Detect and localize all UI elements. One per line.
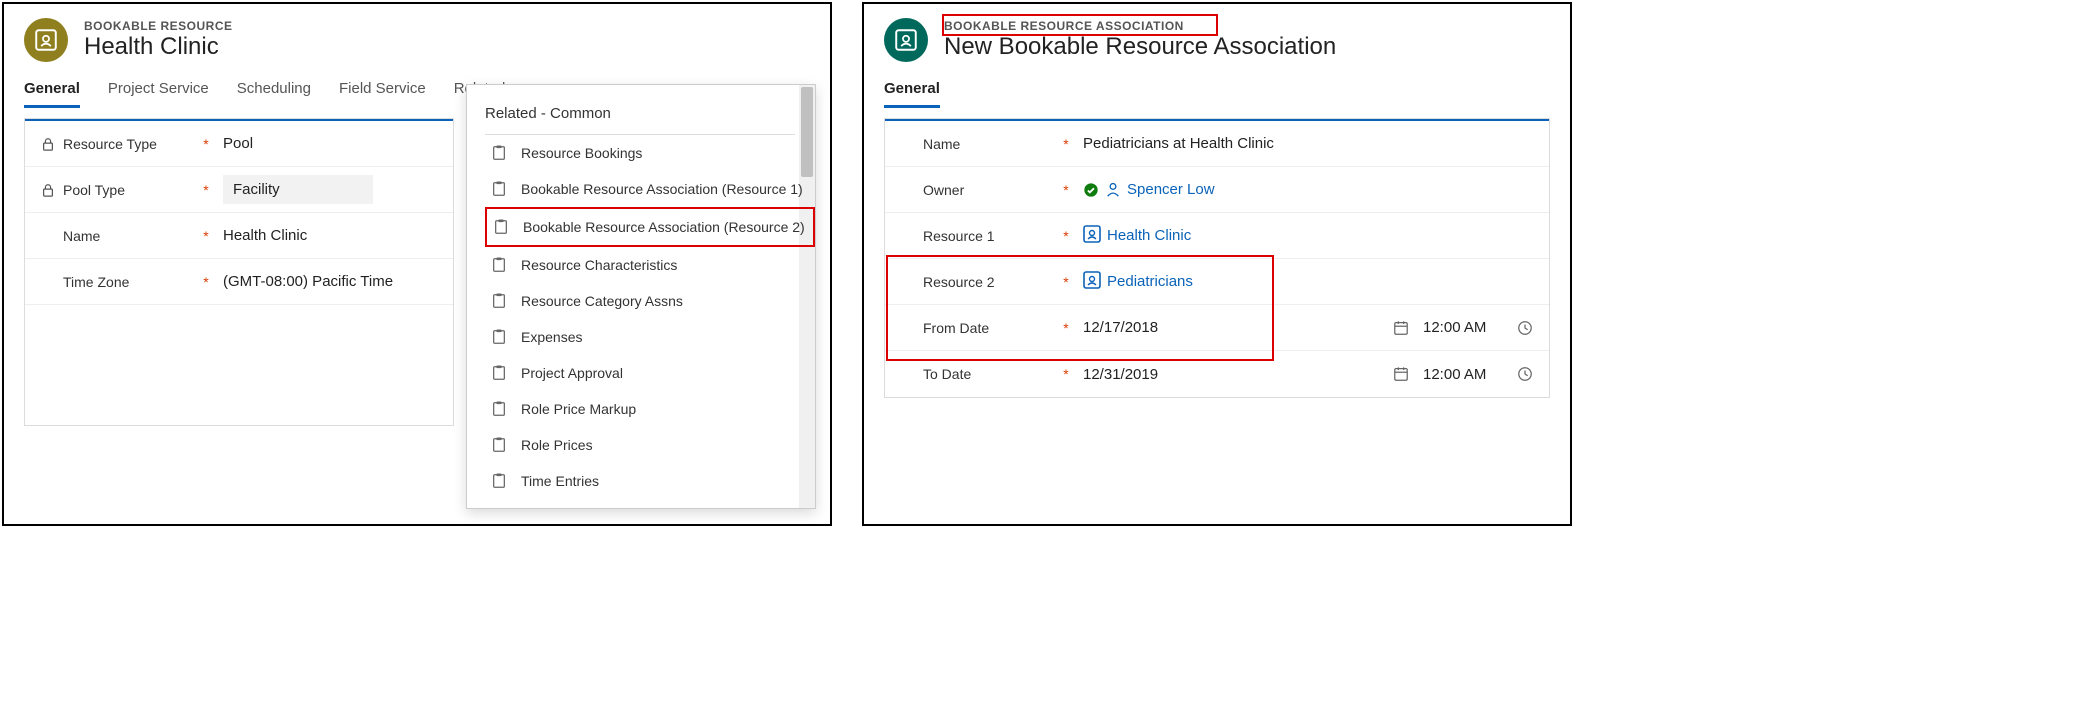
field-from-date: From Date * 12/17/2018 12:00 AM	[885, 305, 1549, 351]
calendar-icon[interactable]	[1393, 366, 1409, 382]
related-bra-resource-2[interactable]: Bookable Resource Association (Resource …	[485, 207, 815, 247]
required-marker: *	[1061, 320, 1071, 336]
entity-avatar	[24, 18, 68, 62]
required-marker: *	[1061, 182, 1071, 198]
resource-lookup-icon	[1083, 271, 1101, 293]
label-time-zone: Time Zone	[63, 274, 129, 290]
label-from-date: From Date	[923, 320, 989, 336]
related-role-prices[interactable]: Role Prices	[485, 427, 815, 463]
clipboard-icon	[491, 365, 507, 381]
clipboard-icon	[491, 181, 507, 197]
clipboard-icon	[491, 329, 507, 345]
value-resource-2[interactable]: Pediatricians	[1107, 273, 1193, 290]
bookable-resource-association-panel: BOOKABLE RESOURCE ASSOCIATION New Bookab…	[862, 2, 1572, 526]
related-bra-resource-1[interactable]: Bookable Resource Association (Resource …	[485, 171, 815, 207]
required-marker: *	[1061, 136, 1071, 152]
value-to-date[interactable]: 12/31/2019	[1083, 366, 1183, 383]
value-resource-1[interactable]: Health Clinic	[1107, 227, 1191, 244]
tab-field-service[interactable]: Field Service	[339, 72, 426, 107]
entity-title: Health Clinic	[84, 33, 233, 61]
tab-strip: General	[864, 72, 1570, 108]
panel-header: BOOKABLE RESOURCE ASSOCIATION New Bookab…	[864, 4, 1570, 72]
required-marker: *	[201, 274, 211, 290]
panel-header: BOOKABLE RESOURCE Health Clinic	[4, 4, 830, 72]
entity-type-label: BOOKABLE RESOURCE	[84, 19, 233, 33]
label-resource-2: Resource 2	[923, 274, 995, 290]
clipboard-icon	[491, 401, 507, 417]
value-time-zone[interactable]: (GMT-08:00) Pacific Time	[223, 273, 393, 290]
field-resource-type: Resource Type * Pool	[25, 121, 453, 167]
related-project-approval[interactable]: Project Approval	[485, 355, 815, 391]
entity-avatar	[884, 18, 928, 62]
related-role-price-markup[interactable]: Role Price Markup	[485, 391, 815, 427]
resource-icon	[35, 29, 57, 51]
label-pool-type: Pool Type	[63, 182, 125, 198]
value-resource-type[interactable]: Pool	[223, 135, 253, 152]
general-form: Resource Type * Pool Pool Type * Facilit…	[24, 118, 454, 426]
value-from-date[interactable]: 12/17/2018	[1083, 319, 1183, 336]
related-resource-category-assns[interactable]: Resource Category Assns	[485, 283, 815, 319]
field-resource-2: Resource 2 * Pediatricians	[885, 259, 1549, 305]
clipboard-icon	[491, 145, 507, 161]
general-form: Name * Pediatricians at Health Clinic Ow…	[884, 118, 1550, 398]
entity-type-label: BOOKABLE RESOURCE ASSOCIATION	[944, 19, 1336, 33]
clock-icon[interactable]	[1517, 366, 1533, 382]
field-resource-1: Resource 1 * Health Clinic	[885, 213, 1549, 259]
required-marker: *	[201, 228, 211, 244]
related-resource-characteristics[interactable]: Resource Characteristics	[485, 247, 815, 283]
entity-title: New Bookable Resource Association	[944, 33, 1336, 61]
field-time-zone: Time Zone * (GMT-08:00) Pacific Time	[25, 259, 453, 305]
lock-icon	[41, 183, 55, 197]
label-owner: Owner	[923, 182, 964, 198]
label-resource-1: Resource 1	[923, 228, 995, 244]
related-expenses[interactable]: Expenses	[485, 319, 815, 355]
field-to-date: To Date * 12/31/2019 12:00 AM	[885, 351, 1549, 397]
lock-icon	[41, 137, 55, 151]
value-owner[interactable]: Spencer Low	[1127, 181, 1215, 198]
label-name: Name	[63, 228, 100, 244]
clipboard-icon	[493, 219, 509, 235]
required-marker: *	[1061, 228, 1071, 244]
field-name: Name * Health Clinic	[25, 213, 453, 259]
tab-project-service[interactable]: Project Service	[108, 72, 209, 107]
clipboard-icon	[491, 293, 507, 309]
clipboard-icon	[491, 257, 507, 273]
field-name: Name * Pediatricians at Health Clinic	[885, 121, 1549, 167]
label-name: Name	[923, 136, 960, 152]
required-marker: *	[1061, 274, 1071, 290]
person-icon	[1105, 182, 1121, 198]
value-to-time[interactable]: 12:00 AM	[1423, 366, 1503, 383]
flyout-header: Related - Common	[485, 101, 795, 135]
resource-lookup-icon	[1083, 225, 1101, 247]
value-pool-type[interactable]: Facility	[223, 175, 373, 204]
tab-general[interactable]: General	[884, 72, 940, 107]
tab-general[interactable]: General	[24, 72, 80, 107]
required-marker: *	[201, 136, 211, 152]
resource-icon	[895, 29, 917, 51]
related-resource-bookings[interactable]: Resource Bookings	[485, 135, 815, 171]
clipboard-icon	[491, 473, 507, 489]
clock-icon[interactable]	[1517, 320, 1533, 336]
check-circle-icon	[1083, 182, 1099, 198]
required-marker: *	[201, 182, 211, 198]
related-booking-headers[interactable]: Bookable Resource Booking Headers	[485, 499, 815, 508]
value-from-time[interactable]: 12:00 AM	[1423, 319, 1503, 336]
related-time-entries[interactable]: Time Entries	[485, 463, 815, 499]
field-owner: Owner * Spencer Low	[885, 167, 1549, 213]
value-name[interactable]: Pediatricians at Health Clinic	[1083, 135, 1274, 152]
label-to-date: To Date	[923, 366, 971, 382]
calendar-icon[interactable]	[1393, 320, 1409, 336]
bookable-resource-panel: BOOKABLE RESOURCE Health Clinic General …	[2, 2, 832, 526]
related-flyout: Related - Common Resource Bookings Booka…	[466, 84, 816, 509]
value-name[interactable]: Health Clinic	[223, 227, 307, 244]
label-resource-type: Resource Type	[63, 136, 157, 152]
clipboard-icon	[491, 437, 507, 453]
required-marker: *	[1061, 366, 1071, 382]
tab-scheduling[interactable]: Scheduling	[237, 72, 311, 107]
field-pool-type: Pool Type * Facility	[25, 167, 453, 213]
